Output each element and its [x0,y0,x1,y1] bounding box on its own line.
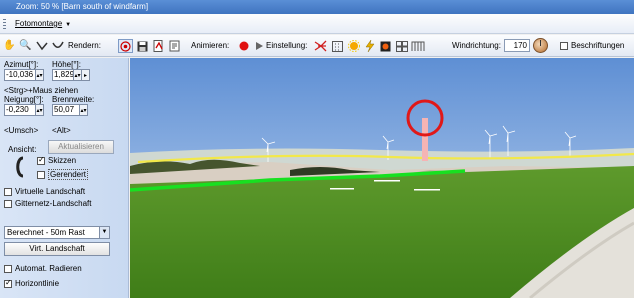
view-label: Ansicht: [8,145,37,154]
azimuth-spin-icon[interactable]: ▴▾ [36,69,44,81]
save-icon[interactable] [135,39,150,53]
settings-label: Einstellung: [266,41,308,50]
wind-direction-label: Windrichtung: [452,41,501,50]
labels-checkbox-label: Beschriftungen [571,41,625,50]
virtual-landscape-checkbox-box[interactable] [4,187,12,196]
hand-tool-icon[interactable]: ✋ [2,39,17,53]
sketches-checkbox[interactable]: Skizzen [37,155,77,165]
horizon-line-checkbox-box[interactable] [4,278,12,288]
drag-hint: <Strg>+Maus ziehen [4,86,79,95]
height-step-icon[interactable]: ▸ [82,69,90,81]
virtual-landscape-checkbox[interactable]: Virtuelle Landschaft [4,187,85,196]
render-label: Rendern: [68,41,101,50]
azimuth-spinner[interactable]: -10,036 ▴▾ [4,69,44,81]
wind-direction-input[interactable]: 170 [504,39,530,52]
auto-render-label: Automat. Radieren [15,264,82,273]
menu-fotomontage-label: Fotomontage [15,19,63,28]
labels-checkbox-box[interactable] [560,41,568,50]
compass-icon[interactable] [533,38,548,53]
height-spinner[interactable]: 1,829 ▴▾ ▸ [52,69,90,81]
rendered-checkbox-box[interactable] [37,170,45,179]
render-target-icon[interactable] [118,39,133,53]
sketches-checkbox-box[interactable] [37,155,45,165]
chevron-down-icon: ▼ [65,22,72,28]
focal-spinner[interactable]: 50,07 ▴▾ [52,104,88,116]
grid-landscape-checkbox-box[interactable] [4,199,12,208]
grid-landscape-label: Gitternetz-Landschaft [15,199,92,208]
chevron-down-icon[interactable]: ▼ [99,227,109,238]
height-input[interactable]: 1,829 [52,69,74,81]
frames-icon[interactable] [394,39,409,53]
alt-hint: <Alt> [52,126,71,135]
play-icon[interactable] [251,39,266,53]
height-spin-icon[interactable]: ▴▾ [74,69,82,81]
pdf-export-icon[interactable] [151,39,166,53]
virtual-landscape-label: Virtuelle Landschaft [15,187,86,196]
virtual-landscape-button[interactable]: Virt. Landschaft [4,242,110,256]
print-preview-icon[interactable] [167,39,182,53]
focal-input[interactable]: 50,07 [52,104,80,116]
azimuth-label: Azimut[°]: [4,60,39,69]
light-rays-icon[interactable] [313,39,328,53]
menu-grip-icon[interactable] [3,19,6,29]
animate-label: Animieren: [191,41,230,50]
landscape-photo [130,58,634,298]
grid-landscape-checkbox[interactable]: Gitternetz-Landschaft [4,199,91,208]
rendered-checkbox[interactable]: Gerendert [37,169,89,180]
window-title: Zoom: 50 % [Barn south of windfarm] [16,2,149,11]
shift-hint: <Umsch> [4,126,39,135]
record-icon[interactable] [236,39,251,53]
focal-label: Brennweite: [52,95,95,104]
menu-bar: Fotomontage ▼ [0,14,634,34]
height-label: Höhe[°]: [52,60,81,69]
turbine-marker-pole[interactable] [422,118,428,161]
sidebar-panel: Azimut[°]: Höhe[°]: -10,036 ▴▾ 1,829 ▴▾ … [0,58,129,298]
rendered-label: Gerendert [48,169,89,180]
tilt-label: Neigung[°]: [4,95,44,104]
line-tool-icon[interactable] [34,39,49,53]
menu-fotomontage[interactable]: Fotomontage ▼ [10,17,76,31]
auto-render-checkbox[interactable]: Automat. Radieren [4,264,82,273]
tilt-spinner[interactable]: -0,230 ▴▾ [4,104,44,116]
lightning-icon[interactable] [362,39,377,53]
labels-checkbox[interactable]: Beschriftungen [560,41,624,50]
photomontage-canvas[interactable] [130,58,634,298]
sun-icon[interactable] [346,39,361,53]
tilt-spin-icon[interactable]: ▴▾ [36,104,44,116]
zoom-icon[interactable]: 🔍 [18,39,33,53]
view-swap-icon[interactable] [14,156,26,178]
grid-resolution-value: Berechnet - 50m Rast [7,228,85,237]
azimuth-input[interactable]: -10,036 [4,69,36,81]
toolbar: ✋ 🔍 Rendern: Animieren: Einstellung: Win… [0,35,634,57]
horizon-line-checkbox[interactable]: Horizontlinie [4,278,60,288]
window-title-bar: Zoom: 50 % [Barn south of windfarm] [0,0,634,14]
grid-resolution-select[interactable]: Berechnet - 50m Rast ▼ [4,226,110,239]
focal-spin-icon[interactable]: ▴▾ [80,104,88,116]
horizon-line-label: Horizontlinie [15,279,60,288]
auto-render-checkbox-box[interactable] [4,264,12,273]
sketches-label: Skizzen [48,156,77,165]
fire-frame-icon[interactable] [378,39,393,53]
turbine-grid-icon[interactable] [410,39,425,53]
pattern-icon[interactable] [330,39,345,53]
curve-tool-icon[interactable] [50,39,65,53]
tilt-input[interactable]: -0,230 [4,104,36,116]
refresh-button[interactable]: Aktualisieren [48,140,114,154]
